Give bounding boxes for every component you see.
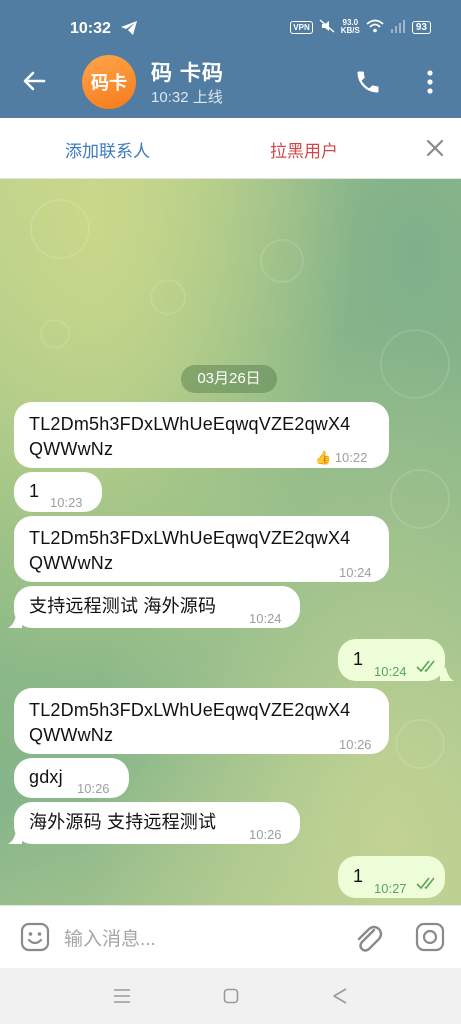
vpn-badge: VPN xyxy=(290,20,313,34)
message-text: 1 xyxy=(353,866,364,886)
message-bubble-incoming[interactable]: 支持远程测试 海外源码 10:24 xyxy=(14,586,300,628)
battery-indicator: 93 xyxy=(411,20,431,34)
chat-header: 10:32 VPN 93.0 KB/S 93 码卡 码 卡码 10:32 上线 xyxy=(0,0,461,118)
close-icon xyxy=(426,139,444,157)
nav-back-icon[interactable] xyxy=(332,987,348,1005)
message-text: TL2Dm5h3FDxLWhUeEqwqVZE2qwX4 QWWwNz xyxy=(29,528,351,573)
chat-messages-area[interactable]: 03月26日 TL2Dm5h3FDxLWhUeEqwqVZE2qwX4 QWWwN… xyxy=(0,179,461,905)
attach-button[interactable] xyxy=(352,921,384,955)
message-input[interactable]: 输入消息... xyxy=(64,924,156,951)
message-time: 10:27 xyxy=(374,881,407,896)
nav-home-icon[interactable] xyxy=(223,988,239,1004)
status-indicators: VPN 93.0 KB/S 93 xyxy=(290,19,431,35)
emoji-icon xyxy=(20,922,50,952)
contact-name[interactable]: 码 卡码 xyxy=(151,57,224,87)
nav-menu-icon[interactable] xyxy=(113,988,131,1004)
emoji-button[interactable] xyxy=(19,921,51,953)
message-time: 10:26 xyxy=(249,827,282,842)
mute-icon xyxy=(319,19,335,35)
camera-button[interactable] xyxy=(414,921,446,953)
close-action-bar-button[interactable] xyxy=(423,136,447,165)
message-input-bar: 输入消息... xyxy=(0,905,461,968)
status-time: 10:32 xyxy=(70,20,111,37)
telegram-send-icon xyxy=(120,20,138,40)
block-user-button[interactable]: 拉黑用户 xyxy=(270,137,338,162)
wallpaper-doodle xyxy=(260,239,304,283)
message-time: 10:23 xyxy=(50,495,83,510)
message-time: 10:26 xyxy=(339,737,372,752)
paperclip-icon xyxy=(357,925,383,952)
message-text: 1 xyxy=(353,649,364,669)
double-check-icon xyxy=(416,877,435,890)
date-separator: 03月26日 xyxy=(181,365,277,393)
bubble-tail xyxy=(440,666,454,681)
message-bubble-incoming[interactable]: TL2Dm5h3FDxLWhUeEqwqVZE2qwX4 QWWwNz 10:26 xyxy=(14,688,389,754)
message-time: 10:24 xyxy=(249,611,282,626)
message-text: 1 xyxy=(29,481,40,501)
message-time: 10:24 xyxy=(339,565,372,580)
call-button[interactable] xyxy=(354,68,382,96)
message-bubble-incoming[interactable]: gdxj 10:26 xyxy=(14,758,129,798)
message-time: 10:24 xyxy=(374,664,407,679)
wallpaper-doodle xyxy=(380,329,450,399)
wallpaper-doodle xyxy=(390,469,450,529)
message-text: TL2Dm5h3FDxLWhUeEqwqVZE2qwX4 QWWwNz xyxy=(29,700,351,745)
message-bubble-incoming[interactable]: TL2Dm5h3FDxLWhUeEqwqVZE2qwX4 QWWwNz 👍 10:… xyxy=(14,402,389,468)
reaction-thumbs-up[interactable]: 👍 xyxy=(315,450,331,465)
more-menu-button[interactable] xyxy=(418,68,442,96)
message-text: gdxj xyxy=(29,767,63,787)
wallpaper-doodle xyxy=(40,319,70,349)
wallpaper-doodle xyxy=(30,199,90,259)
add-contact-button[interactable]: 添加联系人 xyxy=(65,137,150,162)
last-seen-status: 10:32 上线 xyxy=(151,89,223,106)
message-bubble-outgoing[interactable]: 1 10:27 xyxy=(338,856,445,898)
status-bar: 10:32 VPN 93.0 KB/S 93 xyxy=(0,0,461,48)
net-speed: 93.0 KB/S xyxy=(340,18,360,35)
message-text: TL2Dm5h3FDxLWhUeEqwqVZE2qwX4 QWWwNz xyxy=(29,414,351,459)
camera-icon xyxy=(415,922,445,952)
bubble-tail xyxy=(8,613,22,628)
phone-icon xyxy=(357,71,379,93)
system-navigation-bar xyxy=(0,968,461,1024)
back-arrow-icon xyxy=(23,71,46,91)
more-vert-icon xyxy=(427,70,433,94)
message-time: 10:26 xyxy=(77,781,110,796)
back-button[interactable] xyxy=(20,66,50,96)
wifi-icon xyxy=(366,19,384,35)
message-text: 支持远程测试 海外源码 xyxy=(29,596,217,616)
bubble-tail xyxy=(8,829,22,844)
message-bubble-incoming[interactable]: 海外源码 支持远程测试 10:26 xyxy=(14,802,300,844)
avatar[interactable]: 码卡 xyxy=(82,55,136,109)
message-bubble-outgoing[interactable]: 1 10:24 xyxy=(338,639,445,681)
message-bubble-incoming[interactable]: TL2Dm5h3FDxLWhUeEqwqVZE2qwX4 QWWwNz 10:24 xyxy=(14,516,389,582)
message-time-with-reaction: 👍 10:22 xyxy=(315,450,368,465)
message-text: 海外源码 支持远程测试 xyxy=(29,812,217,832)
wallpaper-doodle xyxy=(395,719,445,769)
double-check-icon xyxy=(416,660,435,673)
signal-icon xyxy=(390,19,406,35)
contact-action-bar: 添加联系人 拉黑用户 xyxy=(0,118,461,179)
wallpaper-doodle xyxy=(150,279,186,315)
message-bubble-incoming[interactable]: 1 10:23 xyxy=(14,472,102,512)
